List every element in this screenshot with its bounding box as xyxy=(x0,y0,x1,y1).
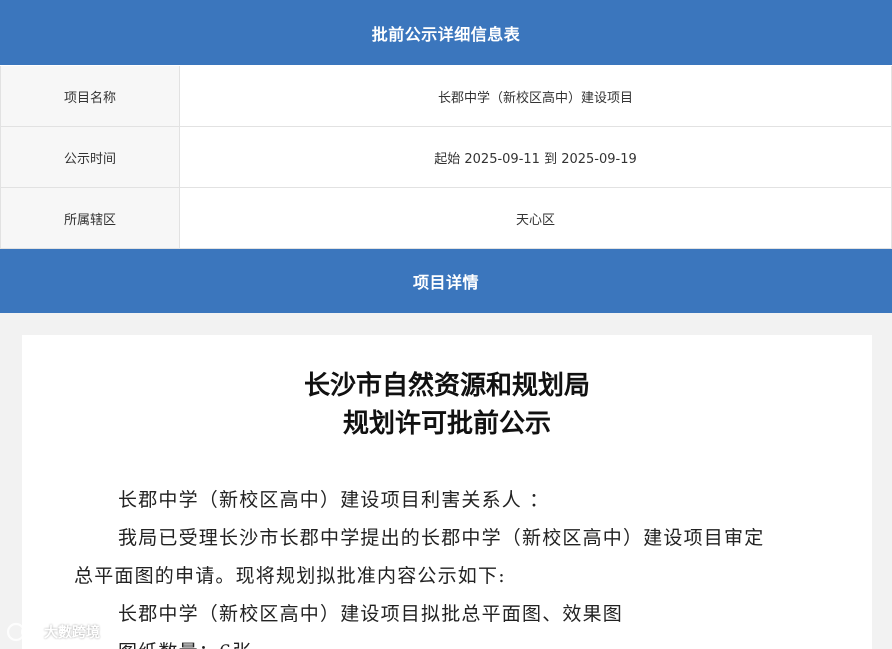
info-row-value: 长郡中学（新校区高中）建设项目 xyxy=(437,90,633,106)
info-row-label: 公示时间 xyxy=(1,127,180,187)
watermark-text: 大數跨境 xyxy=(44,625,100,641)
info-table-title: 批前公示详细信息表 xyxy=(371,24,521,44)
info-row-value: 天心区 xyxy=(515,212,555,228)
document-title-line2: 规划许可批前公示 xyxy=(342,409,551,439)
info-row-value: 起始 2025-09-11 到 2025-09-19 xyxy=(434,151,637,167)
watermark: 大數跨境 xyxy=(6,618,100,646)
project-detail-title: 项目详情 xyxy=(412,273,479,292)
info-row-publicity-time: 公示时间 起始 2025-09-11 到 2025-09-19 xyxy=(0,127,892,188)
document-line: 总平面图的申请。现将规划拟批准内容公示如下: xyxy=(74,565,506,587)
document-line: 图纸数量：6张 xyxy=(118,637,878,649)
document-line: 长郡中学（新校区高中）建设项目利害关系人 ： xyxy=(118,489,550,511)
info-row-district: 所属辖区 天心区 xyxy=(0,188,892,249)
document-line: 长郡中学（新校区高中）建设项目拟批总平面图、效果图 xyxy=(118,603,624,625)
info-table-header: 批前公示详细信息表 xyxy=(0,0,892,65)
document-title-line1: 长沙市自然资源和规划局 xyxy=(303,371,590,401)
document-line: 我局已受理长沙市长郡中学提出的长郡中学（新校区高中）建设项目审定 xyxy=(118,527,765,549)
info-row-project-name: 项目名称 长郡中学（新校区高中）建设项目 xyxy=(0,66,892,127)
watermark-logo-icon xyxy=(6,622,38,642)
info-row-label: 项目名称 xyxy=(1,66,180,126)
page: 批前公示详细信息表 项目名称 长郡中学（新校区高中）建设项目 公示时间 起始 2… xyxy=(0,0,892,649)
document-card: 长沙市自然资源和规划局 规划许可批前公示 长郡中学（新校区高中）建设项目利害关系… xyxy=(22,335,872,649)
info-row-label: 所属辖区 xyxy=(1,188,180,248)
project-detail-header: 项目详情 xyxy=(0,249,892,313)
project-detail-area: 长沙市自然资源和规划局 规划许可批前公示 长郡中学（新校区高中）建设项目利害关系… xyxy=(0,313,892,649)
